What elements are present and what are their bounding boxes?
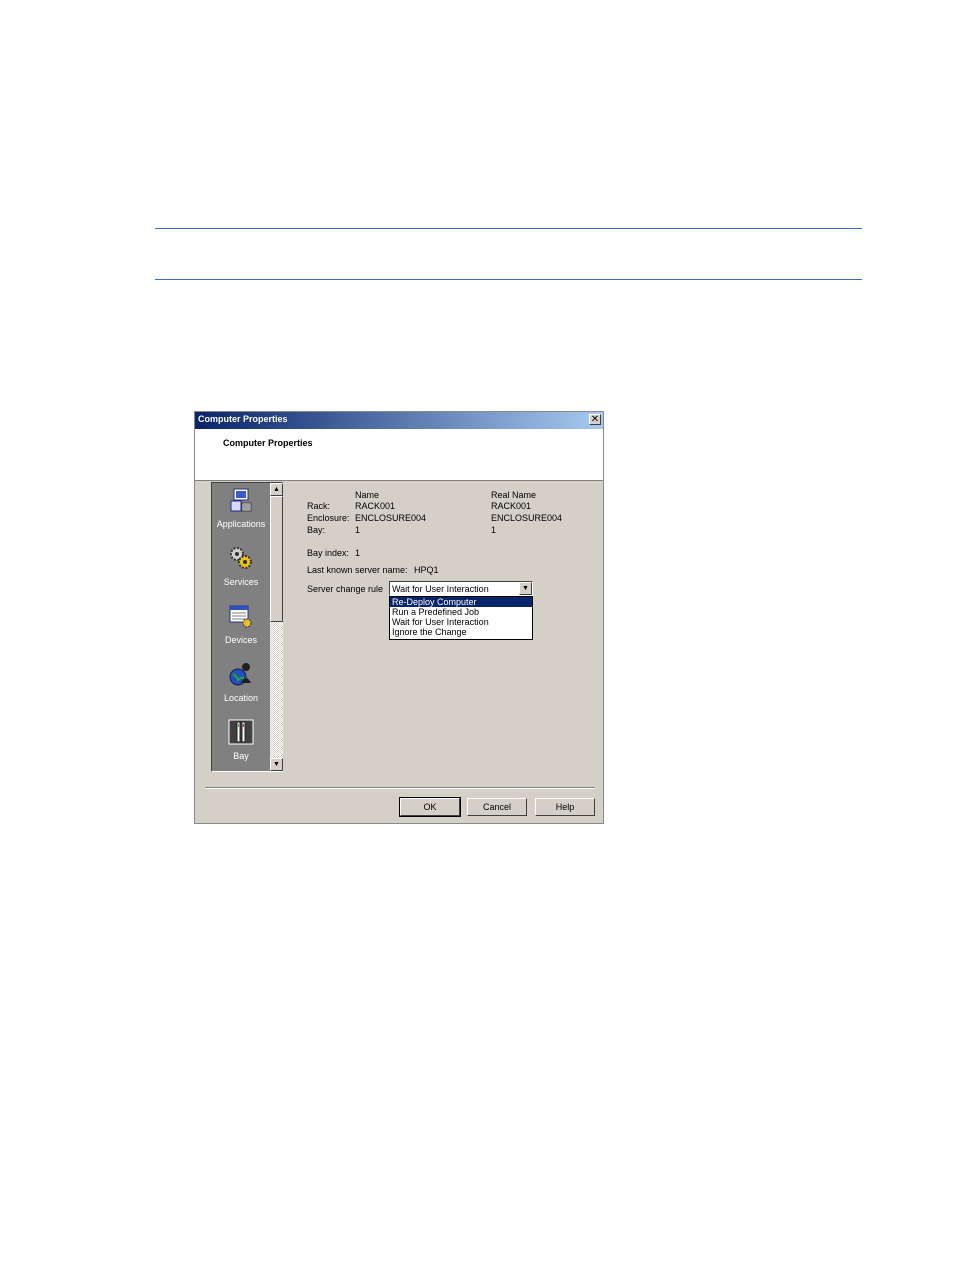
bottom-rule [155,279,862,280]
bay-icon [228,719,254,745]
rack-real-name-value: RACK001 [491,501,532,511]
enclosure-label: Enclosure: [307,513,350,523]
dialog-header: Computer Properties [195,429,603,481]
services-icon [230,547,252,569]
option-wait[interactable]: Wait for User Interaction [390,617,532,627]
change-rule-dropdown-list: Re-Deploy Computer Run a Predefined Job … [389,596,533,640]
dialog-title: Computer Properties [198,414,288,424]
bay-index-value: 1 [355,548,361,558]
last-server-value: HPQ1 [414,565,439,575]
nav-panel: Applications Services Devices Location B… [211,482,283,772]
nav-item-label: Bay [233,751,249,761]
option-run-job[interactable]: Run a Predefined Job [390,607,532,617]
nav-item-location[interactable]: Location [212,657,270,711]
scroll-up-button[interactable]: ▲ [270,483,283,496]
nav-item-label: Location [223,693,259,703]
real-name-column-header: Real Name [491,490,537,500]
rack-name-value: RACK001 [355,501,396,511]
ok-button[interactable]: OK [399,797,461,817]
select-value: Wait for User Interaction [392,584,489,594]
nav-item-services[interactable]: Services [212,541,270,595]
nav-item-label: Applications [216,519,266,529]
nav-scrollbar[interactable]: ▲ ▼ [270,483,283,771]
change-rule-label: Server change rule [307,584,384,594]
nav-list: Applications Services Devices Location B… [212,483,270,771]
bay-name-value: 1 [355,525,361,535]
name-column-header: Name [355,490,380,500]
cancel-button[interactable]: Cancel [467,798,527,816]
server-change-rule-select[interactable]: Wait for User Interaction ▼ [389,581,533,596]
nav-item-devices[interactable]: Devices [212,599,270,653]
option-redeploy[interactable]: Re-Deploy Computer [390,597,532,607]
close-button[interactable]: ✕ [589,414,601,425]
dialog-titlebar[interactable]: Computer Properties ✕ [195,412,603,429]
applications-icon [230,488,252,512]
nav-item-label: Devices [224,635,257,645]
rack-label: Rack: [307,501,331,511]
nav-item-bay[interactable]: Bay [212,715,270,769]
bay-label: Bay: [307,525,326,535]
last-server-label: Last known server name: [307,565,408,575]
button-separator [205,787,595,789]
top-rule [155,228,862,229]
devices-icon [229,605,252,628]
option-ignore[interactable]: Ignore the Change [390,627,532,637]
computer-properties-dialog: Computer Properties ✕ Computer Propertie… [194,411,604,824]
enclosure-real-name-value: ENCLOSURE004 [491,513,563,523]
bay-index-label: Bay index: [307,548,350,558]
enclosure-name-value: ENCLOSURE004 [355,513,427,523]
scroll-down-button[interactable]: ▼ [270,758,283,771]
nav-item-label: Services [223,577,259,587]
nav-item-applications[interactable]: Applications [212,483,270,537]
header-title: Computer Properties [223,438,313,448]
location-icon [229,663,251,686]
bay-real-name-value: 1 [491,525,497,535]
help-button[interactable]: Help [535,798,595,816]
scroll-thumb[interactable] [270,496,283,622]
chevron-down-icon[interactable]: ▼ [519,582,532,595]
